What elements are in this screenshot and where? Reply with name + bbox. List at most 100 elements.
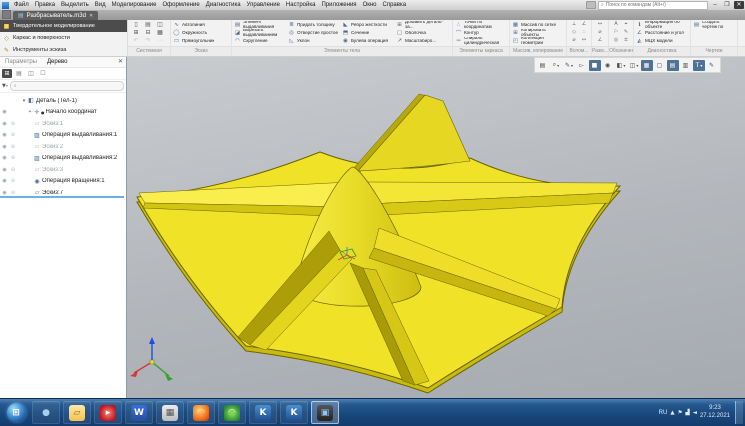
- taskbar-firefox[interactable]: ◠: [187, 401, 215, 424]
- menu-item[interactable]: Оформление: [160, 0, 203, 10]
- ribbon-button[interactable]: ◯ Окружность: [173, 29, 229, 37]
- volume-icon[interactable]: ◄: [693, 410, 697, 416]
- ribbon-group-label[interactable]: Разм...: [592, 46, 608, 56]
- menu-item[interactable]: Моделирование: [109, 0, 160, 10]
- panel-close-icon[interactable]: ✕: [118, 58, 126, 65]
- close-button[interactable]: ✕: [734, 1, 744, 9]
- minimize-button[interactable]: –: [710, 1, 720, 9]
- ribbon-group-label[interactable]: Системная: [128, 46, 170, 56]
- tree-item[interactable]: ◉ ⊖ ▱ Эскиз:3: [0, 164, 126, 176]
- taskbar-chrome[interactable]: ●: [32, 401, 60, 424]
- system-tool-button[interactable]: ▤: [142, 21, 154, 29]
- ribbon-mini-button[interactable]: ✎: [621, 29, 631, 37]
- system-tool-button[interactable]: ▯: [130, 21, 142, 29]
- ribbon-mini-button[interactable]: ⌀: [569, 37, 579, 45]
- tree-item[interactable]: ◉ ⊖ ▨ Операция выдавливания:1: [0, 130, 126, 142]
- view-tool-button[interactable]: ▥: [680, 60, 692, 71]
- tree-item[interactable]: ◉ + ✛ ● Начало координат: [0, 107, 126, 119]
- tab-system-icon[interactable]: [2, 10, 11, 19]
- ribbon-button[interactable]: ⌒ Контур: [455, 29, 507, 37]
- ribbon-button[interactable]: ◪ Вырезать выдавливанием: [234, 29, 288, 37]
- ribbon-mini-button[interactable]: ⌀: [594, 29, 606, 37]
- ribbon-mode-button[interactable]: ◇ Каркас и поверхности: [0, 32, 127, 44]
- ribbon-button[interactable]: ∠ Расстояние и угол: [636, 29, 688, 37]
- clock[interactable]: 9:23 27.12.2021: [700, 405, 730, 419]
- keyboard-language[interactable]: RU: [659, 410, 668, 416]
- taskbar-kompas-window-2[interactable]: K: [280, 401, 308, 424]
- dropdown-arrow-icon[interactable]: ▾: [636, 63, 638, 68]
- visibility-eye-icon[interactable]: ◉: [0, 144, 9, 150]
- menu-item[interactable]: Окно: [360, 0, 380, 10]
- system-tool-button[interactable]: ⊟: [142, 29, 154, 37]
- view-tool-button[interactable]: ▤: [667, 60, 679, 71]
- system-tool-button[interactable]: ⋯: [154, 37, 166, 45]
- ribbon-mini-button[interactable]: A: [611, 21, 621, 29]
- visibility-eye-icon[interactable]: ◉: [0, 132, 9, 138]
- panel-tool-button[interactable]: ▤: [14, 69, 24, 78]
- ribbon-group-label[interactable]: Массив, копирование: [510, 46, 566, 56]
- ribbon-mini-button[interactable]: ∴: [579, 29, 589, 37]
- taskbar-utility[interactable]: ▦: [156, 401, 184, 424]
- system-tool-button[interactable]: ⊞: [130, 29, 142, 37]
- dropdown-arrow-icon[interactable]: ▾: [623, 63, 625, 68]
- visibility-eye-icon[interactable]: ◉: [0, 109, 9, 115]
- ribbon-mini-button[interactable]: ⌖: [621, 21, 631, 29]
- visibility-eye-icon[interactable]: ◉: [0, 121, 9, 127]
- hidden-icons-arrow[interactable]: ▲: [670, 410, 674, 416]
- command-search[interactable]: ⌕: [598, 1, 708, 10]
- ribbon-button[interactable]: ◰ Коллекция геометрии: [512, 37, 564, 45]
- view-tool-button[interactable]: ⌕▾: [550, 60, 562, 71]
- ribbon-group-label[interactable]: Диагностика: [634, 46, 690, 56]
- ribbon-button[interactable]: ◺ Уклон: [288, 37, 342, 45]
- taskbar-image-viewer[interactable]: ▣: [311, 401, 339, 424]
- ribbon-group-label[interactable]: Элементы тела: [232, 46, 452, 56]
- ribbon-button[interactable]: ∾ Спираль цилиндрическая: [455, 37, 507, 45]
- view-tool-button[interactable]: ▢: [654, 60, 666, 71]
- taskbar-player[interactable]: ▸: [94, 401, 122, 424]
- taskbar-nero[interactable]: ◠: [218, 401, 246, 424]
- network-icon[interactable]: ▟: [686, 410, 690, 416]
- ribbon-button[interactable]: ⊞ Копировать объекты: [512, 29, 564, 37]
- ribbon-mode-button[interactable]: ✎ Инструменты эскиза: [0, 44, 127, 56]
- ribbon-button[interactable]: ▤ Создать чертеж по модели: [693, 21, 735, 29]
- visibility-eye-icon[interactable]: ◉: [0, 155, 9, 161]
- ribbon-button[interactable]: ⬒ Сечение: [342, 29, 396, 37]
- ribbon-button[interactable]: ▦ Массив по сетке: [512, 21, 564, 29]
- tree-item[interactable]: ◉ ⊖ ▱ Эскиз:7: [0, 187, 126, 195]
- system-tool-button[interactable]: ▦: [154, 29, 166, 37]
- view-tool-button[interactable]: ■: [589, 60, 601, 71]
- ribbon-button[interactable]: ⊞ Добавить деталь-за...: [396, 21, 450, 29]
- ribbon-mini-button[interactable]: ∠: [594, 37, 606, 45]
- tab-parameters[interactable]: Параметры: [0, 59, 42, 65]
- tree-item[interactable]: ◉ ⊖ ▱ Эскиз:1: [0, 118, 126, 130]
- tab-tree[interactable]: Дерево: [42, 59, 73, 65]
- taskbar-word[interactable]: W: [125, 401, 153, 424]
- ribbon-button[interactable]: ℹ Информация об объекте: [636, 21, 688, 29]
- view-tool-button[interactable]: ✎: [706, 60, 718, 71]
- ribbon-group-label[interactable]: Обозначения: [609, 46, 633, 56]
- panel-tool-button[interactable]: ☐: [38, 69, 48, 78]
- view-tool-button[interactable]: ◫▾: [628, 60, 640, 71]
- ribbon-button[interactable]: ▭ Прямоугольник: [173, 37, 229, 45]
- view-tool-button[interactable]: ▦: [641, 60, 653, 71]
- ribbon-button[interactable]: ◭ МЦХ модели: [636, 37, 688, 45]
- view-tool-button[interactable]: T▾: [693, 60, 705, 71]
- menu-item[interactable]: Настройка: [283, 0, 319, 10]
- dropdown-arrow-icon[interactable]: ▾: [557, 63, 559, 68]
- view-tool-button[interactable]: ▻: [576, 60, 588, 71]
- menu-item[interactable]: Правка: [32, 0, 58, 10]
- ribbon-button[interactable]: ◎ Отверстие простое: [288, 29, 342, 37]
- ribbon-button[interactable]: ◣ Ребро жесткости: [342, 21, 396, 29]
- tree-item[interactable]: ◉ ⊖ ▱ Эскиз:2: [0, 141, 126, 153]
- system-tool-button[interactable]: ↶: [130, 37, 142, 45]
- ribbon-mini-button[interactable]: ◇: [569, 29, 579, 37]
- ribbon-button[interactable]: ▢ Оболочка: [396, 29, 450, 37]
- visibility-eye-icon[interactable]: ◉: [0, 167, 9, 173]
- ribbon-mode-button[interactable]: ■ Твердотельное моделирование: [0, 20, 127, 32]
- taskbar-start-button[interactable]: ⊞: [3, 401, 29, 424]
- view-tool-button[interactable]: ▤: [537, 60, 549, 71]
- menu-item[interactable]: Приложения: [318, 0, 359, 10]
- view-tool-button[interactable]: ◉: [602, 60, 614, 71]
- taskbar-kompas-window-1[interactable]: K: [249, 401, 277, 424]
- view-tool-button[interactable]: ✎▾: [563, 60, 575, 71]
